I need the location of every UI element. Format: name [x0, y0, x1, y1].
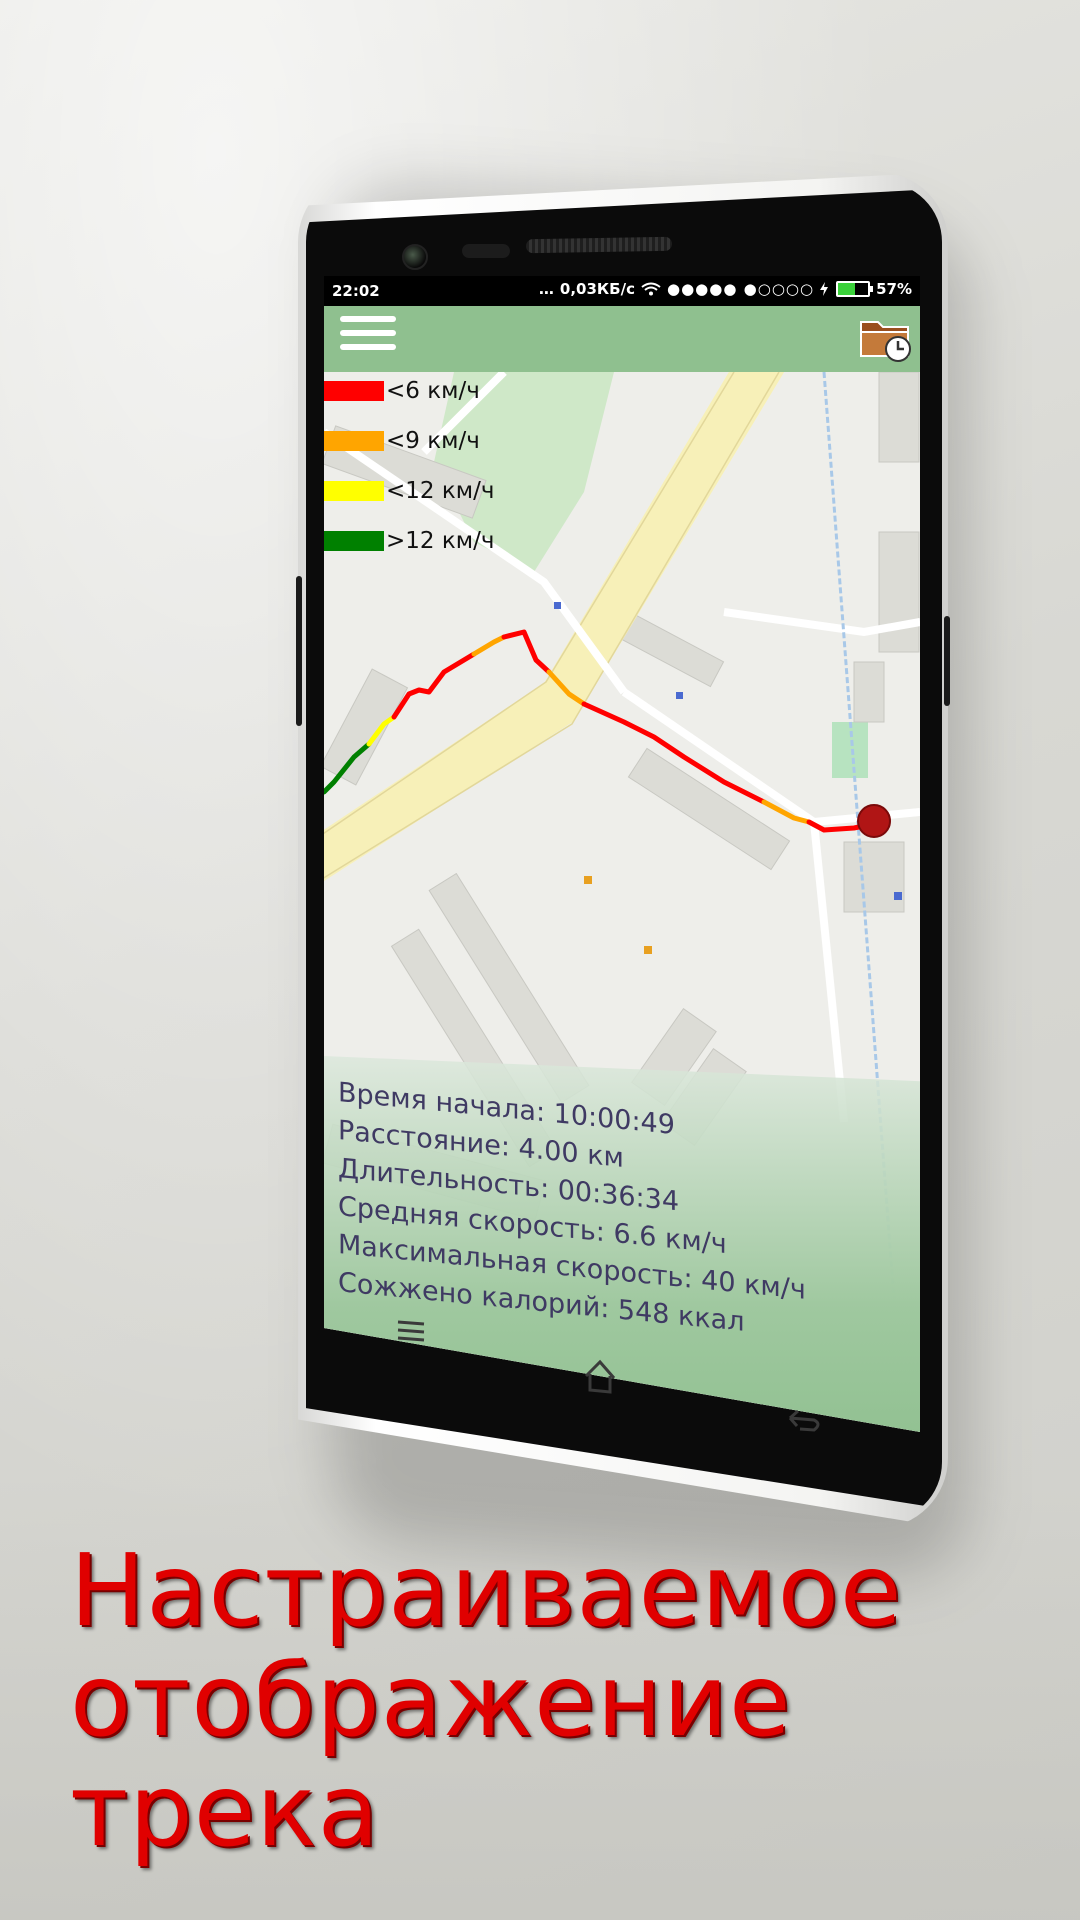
legend-label: <12 км/ч	[386, 478, 495, 504]
legend-swatch	[324, 481, 384, 501]
legend-item: <9 км/ч	[324, 428, 480, 454]
poi-marker	[644, 946, 652, 954]
poi-marker	[676, 692, 683, 699]
status-bar: 22:02 … 0,03КБ/с ●●●●● ●○○○○ 57%	[324, 276, 920, 306]
battery-percent: 57%	[876, 280, 912, 298]
app-toolbar	[324, 306, 920, 372]
legend-swatch	[324, 381, 384, 401]
front-camera	[402, 244, 428, 270]
building	[878, 372, 920, 463]
headline-line-1: Настраиваемое	[70, 1532, 903, 1649]
legend-item: >12 км/ч	[324, 528, 494, 554]
folder-clock-icon[interactable]	[858, 312, 914, 364]
headline-line-3: трека	[70, 1752, 380, 1869]
legend-swatch	[324, 431, 384, 451]
legend-swatch	[324, 531, 384, 551]
battery-tip	[870, 286, 874, 292]
headline-line-2: отображение	[70, 1642, 792, 1759]
building	[843, 841, 905, 913]
legend-label: <6 км/ч	[386, 378, 480, 404]
battery-icon	[836, 281, 874, 297]
network-speed: 0,03КБ/с	[559, 280, 635, 298]
poi-marker	[554, 602, 561, 609]
signal-strength: ●●●●● ●○○○○	[666, 280, 815, 298]
status-indicators: … 0,03КБ/с ●●●●● ●○○○○ 57%	[539, 280, 912, 298]
legend-label: >12 км/ч	[386, 528, 495, 554]
hamburger-menu-icon[interactable]	[340, 316, 396, 360]
earpiece-speaker	[525, 236, 673, 254]
power-button	[944, 616, 950, 706]
promo-headline: Настраиваемое отображение трека	[70, 1536, 970, 1866]
poi-marker	[894, 892, 902, 900]
legend-item: <6 км/ч	[324, 378, 480, 404]
network-activity-icon: …	[538, 280, 554, 298]
status-time: 22:02	[332, 282, 380, 300]
building	[853, 661, 885, 723]
volume-button	[296, 576, 302, 726]
track-end-marker	[857, 804, 891, 838]
poi-marker	[584, 876, 592, 884]
sports-field	[832, 722, 868, 778]
legend-label: <9 км/ч	[386, 428, 480, 454]
proximity-sensor	[462, 244, 510, 258]
app-screen: 22:02 … 0,03КБ/с ●●●●● ●○○○○ 57% <6 км/ч…	[324, 276, 920, 1432]
legend-item: <12 км/ч	[324, 478, 494, 504]
charging-icon	[820, 282, 829, 296]
track-stats: Время начала: 10:00:49 Расстояние: 4.00 …	[338, 1074, 806, 1348]
battery-level-fill	[838, 283, 856, 295]
wifi-icon	[641, 282, 661, 296]
building	[878, 531, 920, 653]
